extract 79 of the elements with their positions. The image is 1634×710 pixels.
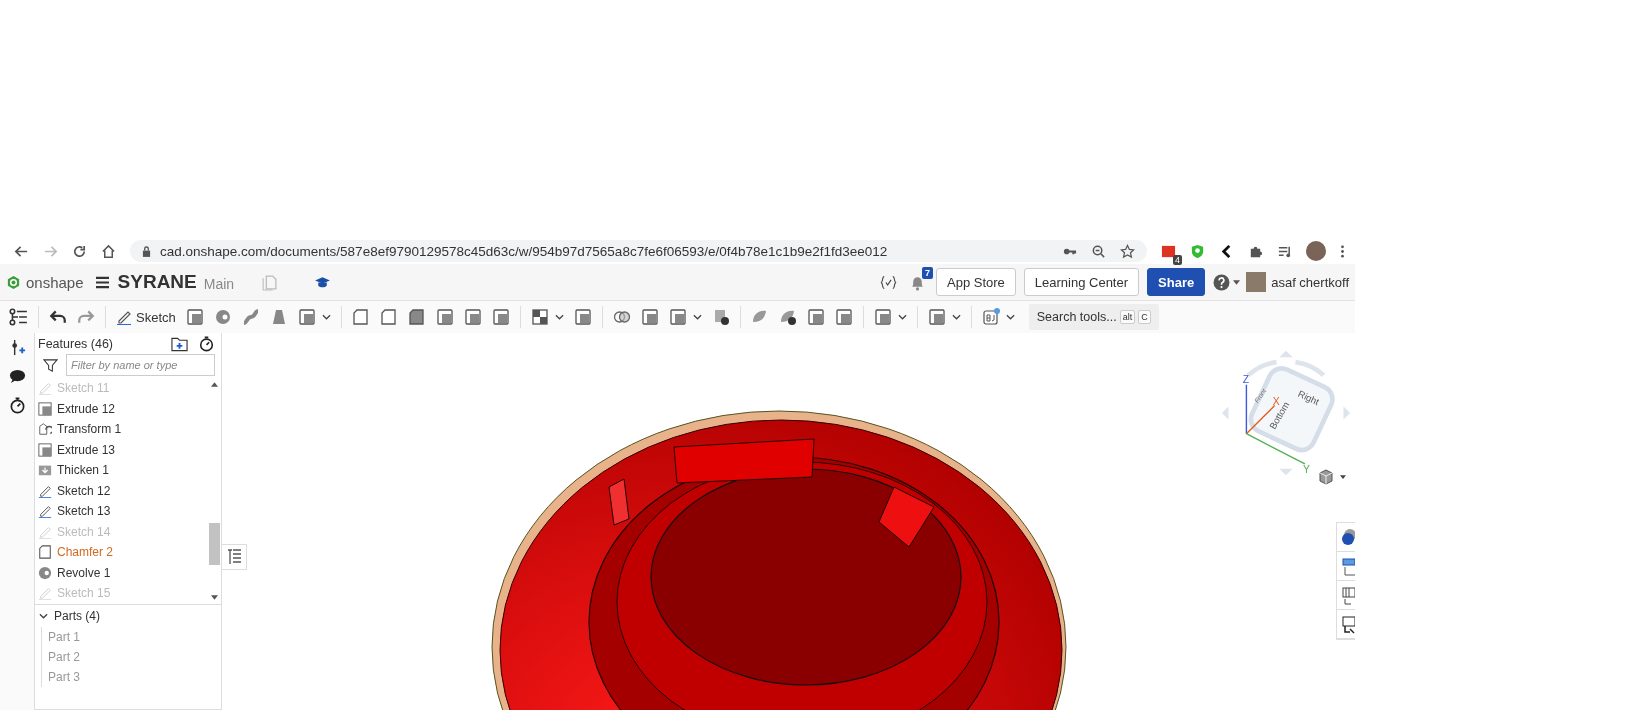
variables-icon[interactable]: [880, 273, 897, 291]
calendar-extension-icon[interactable]: [1161, 243, 1176, 259]
user-avatar[interactable]: [1246, 272, 1267, 292]
zoom-out-icon[interactable]: [1091, 243, 1106, 259]
undo-icon[interactable]: [49, 308, 67, 326]
caret-icon[interactable]: [321, 314, 331, 320]
stopwatch-icon[interactable]: [8, 397, 26, 414]
circles-tool-icon[interactable]: [612, 308, 631, 326]
user-name[interactable]: asaf chertkoff: [1271, 274, 1349, 290]
document-title: SYRANE: [117, 271, 197, 293]
pencil-icon: [116, 309, 132, 325]
revolve-icon: [38, 565, 52, 580]
bj-tool-icon[interactable]: [981, 308, 1000, 326]
kebab-menu-icon[interactable]: [1340, 243, 1345, 259]
caret-icon[interactable]: [554, 314, 564, 320]
pencil-icon: [38, 483, 52, 498]
caret-icon[interactable]: [692, 314, 702, 320]
feature-item[interactable]: Extrude 12: [35, 398, 207, 419]
pipe-tool-icon[interactable]: [241, 308, 260, 326]
feature-item[interactable]: Extrude 13: [35, 439, 207, 460]
parts-header[interactable]: Parts (4): [35, 604, 221, 627]
feature-item[interactable]: Transform 1: [35, 419, 207, 440]
extension-badge: 4: [1173, 254, 1182, 265]
onshape-logo-icon[interactable]: [6, 274, 21, 290]
thicken-icon: [38, 463, 52, 478]
caret-icon[interactable]: [897, 314, 907, 320]
box-tool-icon[interactable]: [185, 308, 204, 326]
caret-icon[interactable]: [1233, 279, 1241, 285]
shield-extension-icon[interactable]: [1190, 243, 1205, 259]
menu-icon[interactable]: [94, 275, 110, 289]
transform-icon: [38, 422, 52, 437]
filter-icon[interactable]: [43, 357, 58, 373]
feature-item[interactable]: Sketch 13: [35, 501, 207, 522]
delete-face-tool-icon[interactable]: [778, 308, 797, 326]
feature-item[interactable]: Chamfer 2: [35, 542, 207, 563]
feature-item[interactable]: Sketch 12: [35, 480, 207, 501]
address-bar[interactable]: cad.onshape.com/documents/587e8ef9790129578c45d63c/w/954b97d7565a8c7fe6f06593/e/0f4b78e1c1b9e2f1fd3ee012: [130, 240, 1147, 262]
search-tools-button[interactable]: Search tools... alt C: [1028, 304, 1159, 330]
reload-icon[interactable]: [72, 243, 87, 259]
pencil-icon: [38, 524, 52, 539]
pencil-icon: [38, 381, 52, 396]
star-icon[interactable]: [1120, 243, 1135, 259]
scrollbar-thumb[interactable]: [208, 522, 220, 565]
feature-item[interactable]: Thicken 1: [35, 460, 207, 481]
chamfer-tool-icon[interactable]: [379, 308, 398, 326]
onshape-logo-text[interactable]: onshape: [26, 273, 84, 291]
profile-avatar[interactable]: [1306, 241, 1326, 261]
chevron-icon: [39, 612, 48, 619]
pencil-icon: [38, 504, 52, 519]
notification-badge: 7: [921, 266, 933, 279]
scroll-up-icon[interactable]: [210, 382, 218, 387]
chamfer-tool-icon[interactable]: [351, 308, 370, 326]
extrude-icon: [38, 442, 52, 457]
home-icon[interactable]: [101, 243, 116, 259]
filter-field[interactable]: Filter by name or type: [66, 354, 215, 376]
pencil-icon: [38, 586, 52, 601]
features-title: Features (46): [38, 337, 114, 351]
grid-tool-icon[interactable]: [530, 308, 549, 326]
add-folder-icon[interactable]: [171, 336, 188, 352]
feature-tree-icon[interactable]: [8, 307, 28, 327]
header-button[interactable]: App Store: [936, 268, 1016, 296]
stopwatch-icon[interactable]: [198, 336, 215, 352]
caret-icon[interactable]: [951, 314, 961, 320]
scroll-down-icon[interactable]: [210, 594, 218, 600]
extrude-icon: [38, 401, 52, 416]
tree-toggle-icon[interactable]: [222, 544, 247, 570]
chamfer-icon: [38, 545, 52, 560]
redo-icon[interactable]: [77, 308, 95, 326]
feature-item[interactable]: Revolve 1: [35, 562, 207, 583]
lock-icon[interactable]: [142, 245, 151, 257]
sketch-button[interactable]: Sketch: [116, 309, 176, 325]
shaded-cube-icon[interactable]: [1318, 469, 1334, 485]
revolve-tool-icon[interactable]: [213, 308, 232, 326]
help-icon[interactable]: [1213, 273, 1231, 291]
share-button[interactable]: Share: [1147, 268, 1206, 296]
header-button[interactable]: Learning Center: [1023, 268, 1140, 296]
wedge-tool-icon[interactable]: [407, 308, 426, 326]
caret-icon[interactable]: [1005, 314, 1015, 320]
comment-icon[interactable]: [8, 368, 26, 385]
